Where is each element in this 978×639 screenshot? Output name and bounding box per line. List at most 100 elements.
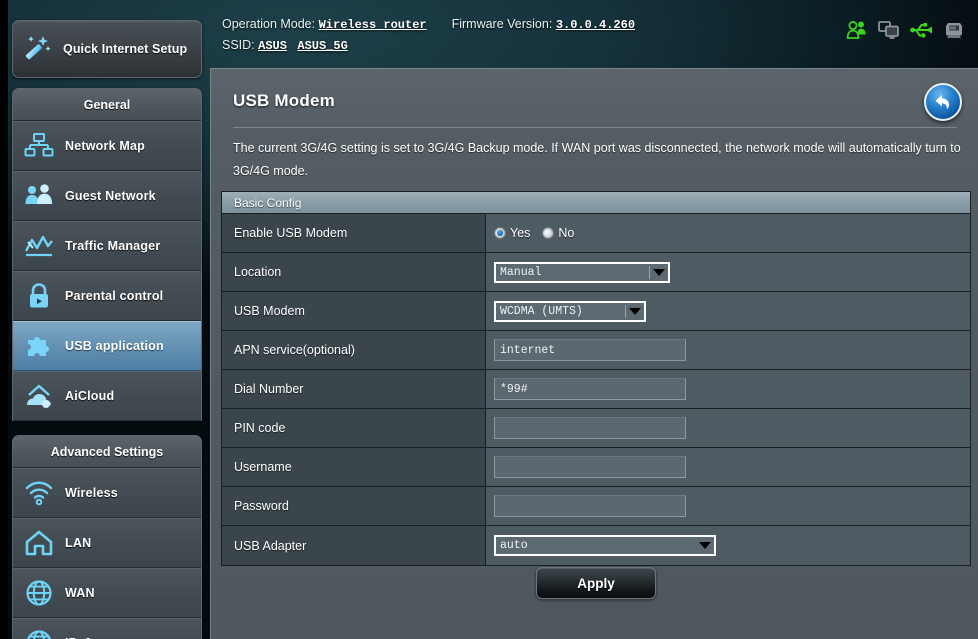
row-label: PIN code: [222, 409, 486, 447]
apn-service-input[interactable]: [494, 339, 686, 361]
row-label: USB Adapter: [222, 526, 486, 565]
home-icon: [13, 529, 65, 557]
ssid-value-5g[interactable]: ASUS_5G: [297, 39, 347, 53]
sidebar-group-general: General Network Map Guest Network Traffi…: [12, 88, 202, 421]
radio-no-label: No: [558, 226, 575, 240]
sidebar-item-label: Traffic Manager: [65, 239, 161, 253]
sidebar-group-advanced: Advanced Settings Wireless LAN WAN: [12, 435, 202, 639]
sidebar-item-ipv6[interactable]: IPv6: [13, 618, 201, 639]
operation-mode-row: Operation Mode: Wireless router Firmware…: [222, 14, 635, 35]
ssid-row: SSID: ASUS ASUS_5G: [222, 35, 635, 56]
system-info-bar: Operation Mode: Wireless router Firmware…: [222, 14, 635, 56]
row-label: Location: [222, 253, 486, 291]
row-value: WCDMA (UMTS): [486, 292, 970, 330]
usb-adapter-select[interactable]: auto: [494, 535, 716, 556]
sidebar-item-lan[interactable]: LAN: [13, 518, 201, 568]
table-row: APN service(optional): [222, 331, 970, 370]
section-header: Basic Config: [222, 192, 970, 214]
usb-modem-select[interactable]: WCDMA (UMTS): [494, 300, 646, 322]
row-value: auto: [486, 526, 970, 565]
row-value: [486, 487, 970, 525]
enable-usb-modem-radio-group: Yes No: [494, 226, 580, 240]
location-select[interactable]: Manual: [494, 261, 670, 283]
radio-yes-dot: [494, 227, 506, 239]
row-value: Yes No: [486, 214, 970, 252]
row-value: Manual: [486, 253, 970, 291]
return-button[interactable]: [924, 83, 962, 121]
sidebar-group-advanced-title: Advanced Settings: [13, 436, 201, 468]
usb-adapter-select-value: auto: [500, 539, 528, 552]
radio-yes[interactable]: Yes: [494, 226, 530, 240]
dial-number-input[interactable]: [494, 378, 686, 400]
table-row: PIN code: [222, 409, 970, 448]
sidebar-item-guest-network[interactable]: Guest Network: [13, 171, 201, 221]
usb-modem-select-value: WCDMA (UMTS): [496, 304, 626, 318]
printer-icon[interactable]: [944, 20, 964, 40]
radio-no[interactable]: No: [542, 226, 574, 240]
ssid-value-24g[interactable]: ASUS: [258, 39, 287, 53]
table-row: Dial Number: [222, 370, 970, 409]
apply-button-row: Apply: [221, 567, 971, 599]
row-label: Enable USB Modem: [222, 214, 486, 252]
sidebar-item-wireless[interactable]: Wireless: [13, 468, 201, 518]
page-description: The current 3G/4G setting is set to 3G/4…: [233, 141, 961, 178]
row-value: [486, 448, 970, 486]
globe-icon: [13, 579, 65, 607]
table-row: Location Manual: [222, 253, 970, 292]
password-input[interactable]: [494, 495, 686, 517]
left-gutter: [0, 0, 8, 639]
row-label: Password: [222, 487, 486, 525]
puzzle-icon: [13, 332, 65, 360]
operation-mode-label: Operation Mode:: [222, 17, 316, 31]
row-value: [486, 370, 970, 408]
ssid-label: SSID:: [222, 38, 255, 52]
sidebar-item-wan[interactable]: WAN: [13, 568, 201, 618]
table-row: Password: [222, 487, 970, 526]
table-row: Enable USB Modem Yes No: [222, 214, 970, 253]
clients-icon[interactable]: [846, 20, 868, 40]
sidebar-item-traffic-manager[interactable]: Traffic Manager: [13, 221, 201, 271]
row-value: [486, 409, 970, 447]
radio-no-dot: [542, 227, 555, 239]
status-icon-tray: [846, 20, 964, 40]
table-row: USB Modem WCDMA (UMTS): [222, 292, 970, 331]
sidebar-item-parental-control[interactable]: Parental control: [13, 271, 201, 321]
sidebar-item-aicloud[interactable]: AiCloud: [13, 371, 201, 421]
sidebar-item-label: LAN: [65, 536, 92, 550]
apply-button[interactable]: Apply: [536, 567, 656, 599]
sidebar-item-label: USB application: [65, 339, 164, 353]
sidebar-item-usb-application[interactable]: USB application: [13, 321, 201, 371]
row-value: [486, 331, 970, 369]
guest-network-icon: [13, 182, 65, 210]
usb-icon[interactable]: [910, 20, 934, 40]
location-select-value: Manual: [496, 265, 650, 279]
quick-internet-setup-button[interactable]: Quick Internet Setup: [12, 20, 202, 78]
row-label: USB Modem: [222, 292, 486, 330]
pin-code-input[interactable]: [494, 417, 686, 439]
monitor-icon[interactable]: [878, 20, 900, 40]
radio-yes-label: Yes: [510, 226, 531, 240]
sidebar-item-label: Guest Network: [65, 189, 156, 203]
traffic-manager-icon: [13, 232, 65, 260]
row-label: Dial Number: [222, 370, 486, 408]
sidebar-group-general-title: General: [13, 89, 201, 121]
chevron-down-icon: [626, 302, 644, 320]
sidebar-item-label: Wireless: [65, 486, 118, 500]
title-divider: [233, 127, 957, 128]
firmware-version-value[interactable]: 3.0.0.4.260: [556, 18, 635, 32]
row-label: Username: [222, 448, 486, 486]
sidebar-item-label: WAN: [65, 586, 95, 600]
row-label: APN service(optional): [222, 331, 486, 369]
sidebar-item-network-map[interactable]: Network Map: [13, 121, 201, 171]
username-input[interactable]: [494, 456, 686, 478]
magic-wand-icon: [13, 32, 63, 66]
chevron-down-icon: [650, 263, 668, 281]
sidebar-item-label: AiCloud: [65, 389, 115, 403]
operation-mode-value[interactable]: Wireless router: [319, 18, 427, 32]
chevron-down-icon: [696, 537, 714, 554]
quick-internet-setup-label: Quick Internet Setup: [63, 41, 188, 56]
basic-config-table: Basic Config Enable USB Modem Yes No Loc…: [221, 191, 971, 566]
table-row: USB Adapter auto: [222, 526, 970, 565]
back-arrow-icon: [935, 95, 949, 110]
wireless-icon: [13, 480, 65, 506]
